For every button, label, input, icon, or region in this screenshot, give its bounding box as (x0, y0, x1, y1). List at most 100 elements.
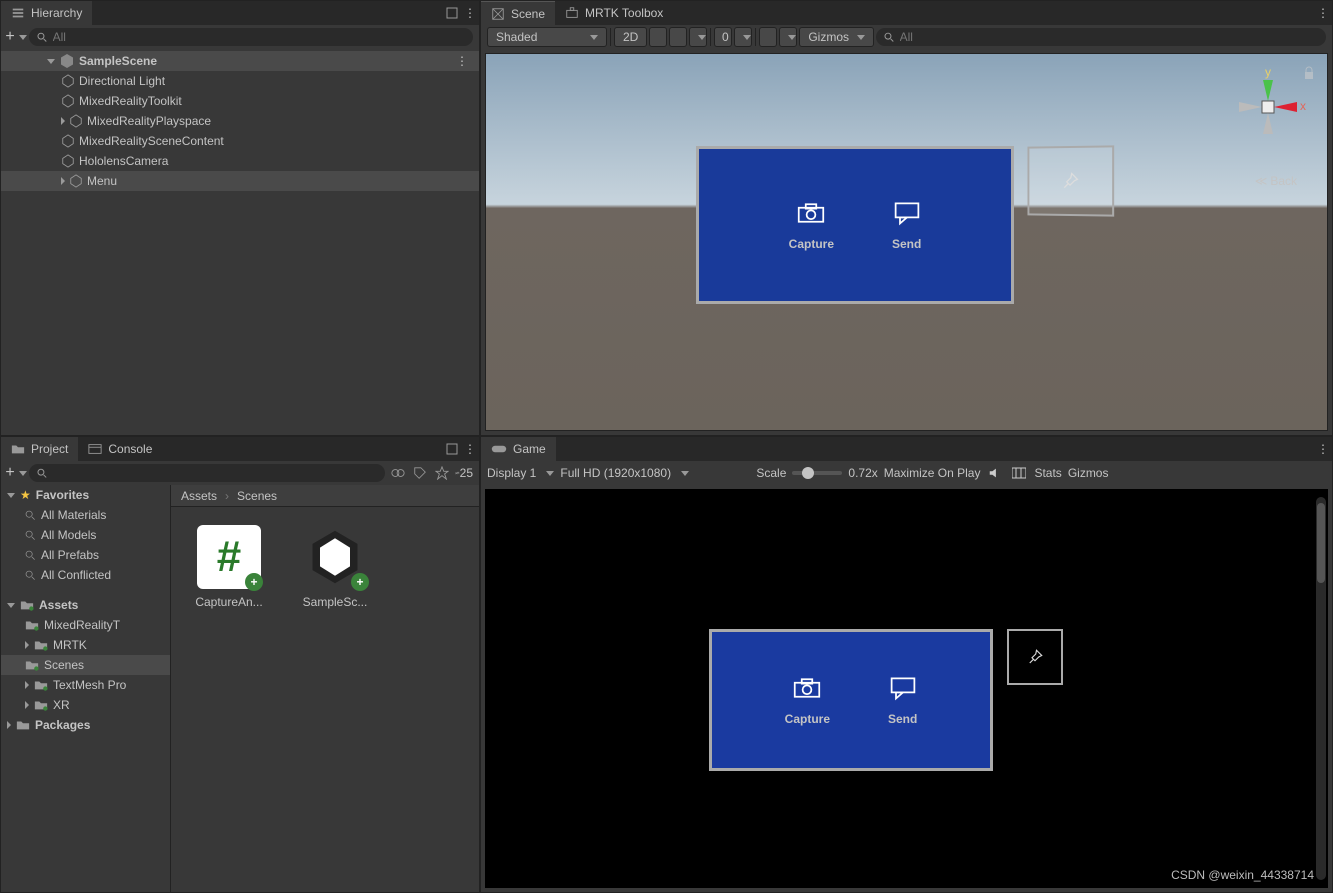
folder-icon (20, 599, 34, 611)
scene-tab-label: Scene (511, 7, 545, 21)
gameobject-icon (61, 154, 75, 168)
gameobject-icon (61, 134, 75, 148)
script-icon: # + (197, 525, 261, 589)
pin-icon (1026, 648, 1044, 666)
resolution-dropdown[interactable]: Full HD (1920x1080) (560, 466, 750, 480)
project-tab[interactable]: Project (1, 437, 78, 461)
send-button[interactable]: Send (892, 199, 921, 251)
shading-mode-dropdown[interactable]: Shaded (487, 27, 607, 47)
scene-icon: + (303, 525, 367, 589)
gizmos-toggle[interactable]: Gizmos (1068, 466, 1109, 480)
panel-menu-icon[interactable]: ⋮ (1314, 440, 1332, 458)
expand-icon[interactable] (61, 117, 65, 125)
hierarchy-item[interactable]: Directional Light (1, 71, 479, 91)
panel-dock-icon[interactable] (443, 440, 461, 458)
asset-folder[interactable]: Scenes (1, 655, 170, 675)
hierarchy-item[interactable]: MixedRealityToolkit (1, 91, 479, 111)
stats-toggle[interactable]: Stats (1034, 466, 1061, 480)
console-icon (88, 443, 102, 455)
lighting-toggle[interactable] (649, 27, 667, 47)
fx-toggle[interactable] (689, 27, 707, 47)
menu-panel[interactable]: Capture Send (709, 629, 993, 771)
hierarchy-search[interactable] (29, 28, 473, 46)
asset-folder[interactable]: TextMesh Pro (1, 675, 170, 695)
gizmos-dropdown[interactable]: Gizmos (799, 27, 874, 47)
asset-folder[interactable]: MixedRealityT (1, 615, 170, 635)
panel-menu-icon[interactable]: ⋮ (461, 440, 479, 458)
orientation-gizmo[interactable]: y x (1227, 66, 1307, 146)
search-icon (25, 510, 36, 521)
hierarchy-item[interactable]: MixedRealityPlayspace (1, 111, 479, 131)
favorite-item[interactable]: All Materials (1, 505, 170, 525)
favorite-item[interactable]: All Prefabs (1, 545, 170, 565)
asset-folder[interactable]: XR (1, 695, 170, 715)
menu-panel[interactable]: Capture Send (696, 146, 1014, 304)
favorite-item[interactable]: All Conflicted (1, 565, 170, 585)
asset-folder[interactable]: MRTK (1, 635, 170, 655)
capture-button[interactable]: Capture (789, 199, 834, 251)
folder-icon (25, 619, 39, 631)
crumb-scenes[interactable]: Scenes (237, 489, 277, 503)
project-search-input[interactable] (53, 466, 378, 480)
folder-icon (16, 719, 30, 731)
asset-item[interactable]: # + CaptureAn... (189, 525, 269, 609)
audio-toggle[interactable] (669, 27, 687, 47)
axis-x-label: x (1300, 99, 1306, 113)
hierarchy-tab[interactable]: Hierarchy (1, 1, 92, 25)
display-dropdown[interactable]: Display 1 (487, 466, 554, 480)
assets-group[interactable]: Assets (1, 595, 170, 615)
scene-row[interactable]: SampleScene ⋮ (1, 51, 479, 71)
favorites-group[interactable]: ★Favorites (1, 485, 170, 505)
axis-y-label: y (1265, 66, 1271, 79)
camera-icon (797, 199, 825, 227)
game-tab[interactable]: Game (481, 437, 556, 461)
project-search[interactable] (29, 464, 385, 482)
scene-more-icon[interactable]: ⋮ (453, 52, 471, 70)
2d-toggle[interactable]: 2D (614, 27, 647, 47)
packages-group[interactable]: Packages (1, 715, 170, 735)
crumb-assets[interactable]: Assets (181, 489, 217, 503)
create-button[interactable]: + (7, 464, 25, 482)
hierarchy-item[interactable]: Menu (1, 171, 479, 191)
filter-type-icon[interactable] (389, 464, 407, 482)
maximize-toggle[interactable]: Maximize On Play (884, 466, 981, 480)
capture-button[interactable]: Capture (785, 674, 830, 726)
unity-logo-icon (59, 53, 75, 69)
grid-toggle[interactable] (734, 27, 752, 47)
expand-icon[interactable] (61, 177, 65, 185)
send-button[interactable]: Send (888, 674, 917, 726)
hidden-objects-button[interactable]: 0 (714, 27, 732, 47)
scene-search-input[interactable] (900, 30, 1318, 44)
scene-viewport[interactable]: y x ≪Back Capture Send (485, 53, 1328, 431)
hidden-count[interactable]: 25 (455, 464, 473, 482)
game-viewport[interactable]: Capture Send CSDN @weixin_44338714 (485, 489, 1328, 888)
favorite-icon[interactable] (433, 464, 451, 482)
panel-menu-icon[interactable]: ⋮ (1314, 4, 1332, 22)
folder-icon (25, 659, 39, 671)
expand-icon[interactable] (47, 59, 55, 64)
mrtk-toolbox-tab[interactable]: MRTK Toolbox (555, 1, 673, 25)
panel-menu-icon[interactable]: ⋮ (461, 4, 479, 22)
scene-search[interactable] (876, 28, 1326, 46)
hierarchy-search-input[interactable] (53, 30, 465, 44)
scrollbar[interactable] (1316, 497, 1326, 880)
mute-toggle[interactable] (986, 464, 1004, 482)
tools-button[interactable] (759, 27, 777, 47)
console-tab[interactable]: Console (78, 437, 162, 461)
pin-icon (1060, 171, 1080, 191)
vsync-toggle[interactable] (1010, 464, 1028, 482)
pin-panel[interactable] (1027, 145, 1114, 216)
asset-item[interactable]: + SampleSc... (295, 525, 375, 609)
hierarchy-tree: SampleScene ⋮ Directional Light MixedRea… (1, 49, 479, 435)
favorite-item[interactable]: All Models (1, 525, 170, 545)
scale-slider[interactable] (792, 471, 842, 475)
camera-button[interactable] (779, 27, 797, 47)
scene-tab[interactable]: Scene (481, 1, 555, 25)
filter-label-icon[interactable] (411, 464, 429, 482)
game-panel: Game ⋮ Display 1 Full HD (1920x1080) Sca… (480, 436, 1333, 893)
create-button[interactable]: + (7, 28, 25, 46)
panel-dock-icon[interactable] (443, 4, 461, 22)
pin-panel[interactable] (1007, 629, 1063, 685)
hierarchy-item[interactable]: MixedRealitySceneContent (1, 131, 479, 151)
hierarchy-item[interactable]: HololensCamera (1, 151, 479, 171)
